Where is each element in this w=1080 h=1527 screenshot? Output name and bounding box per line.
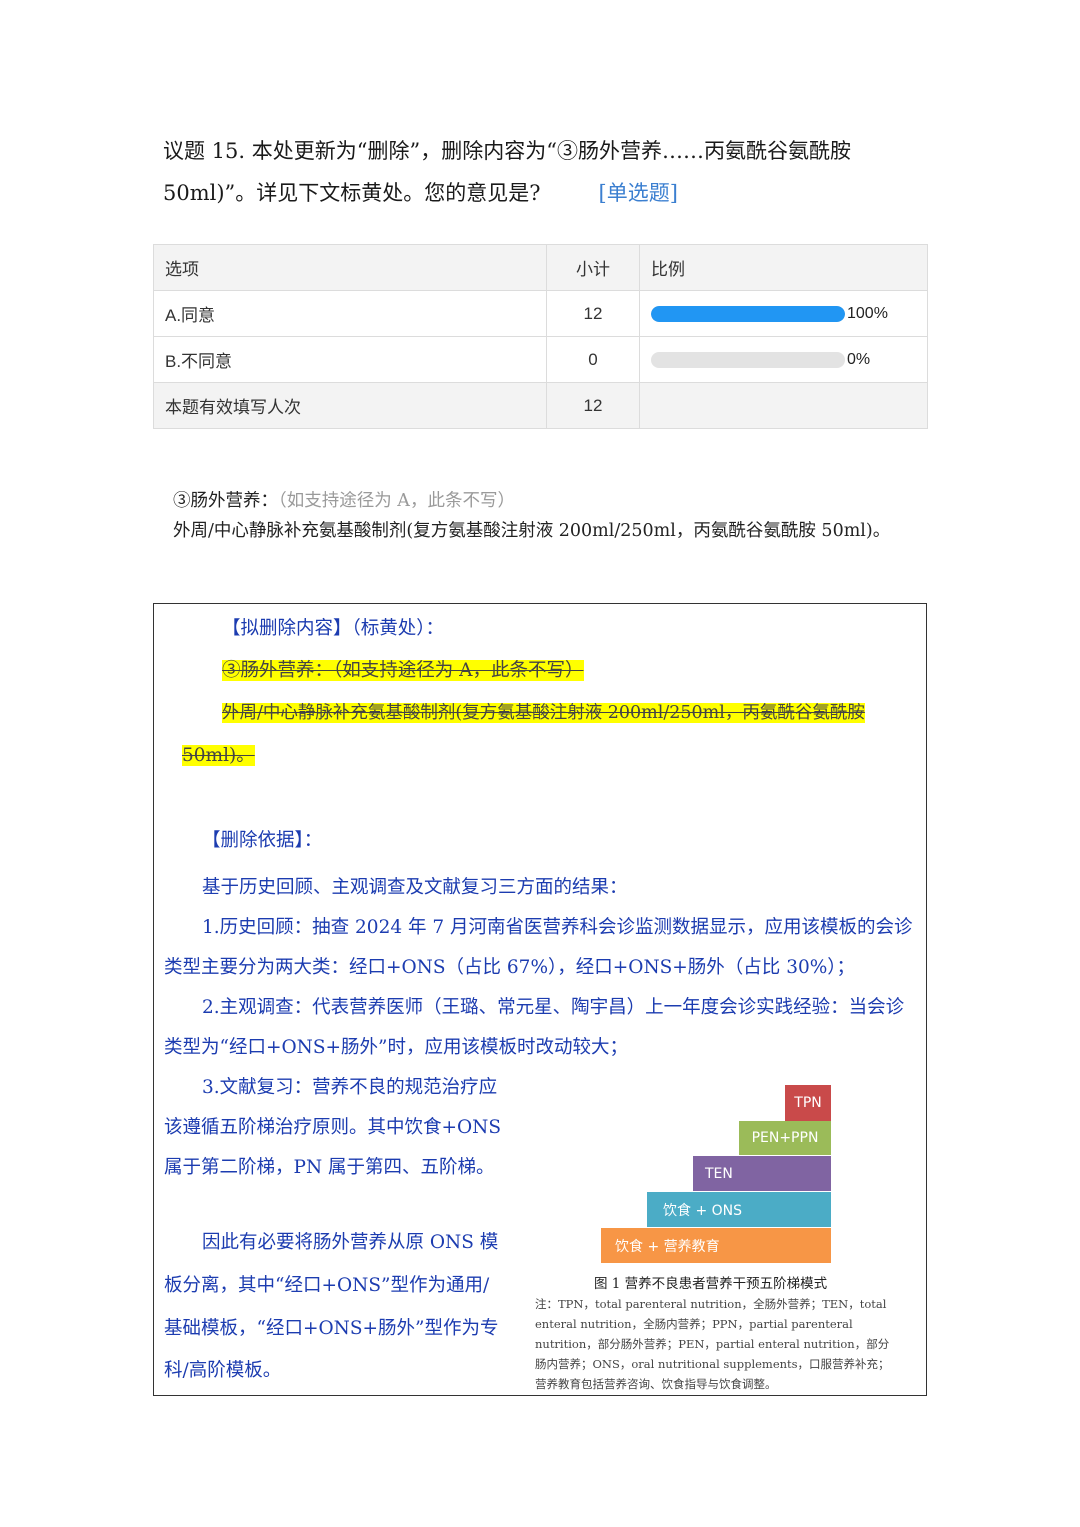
step-tpn: TPN (785, 1085, 831, 1121)
original-heading: ③肠外营养：（如支持途径为 A，此条不写） (173, 486, 933, 516)
question-line-2: 50ml)”。详见下文标黄处。您的意见是? [单选题] (163, 172, 933, 214)
row-percent: 0% (847, 350, 871, 368)
item-1-line-1: 1.历史回顾：抽查 2024 年 7 月河南省医营养科会诊监测数据显示，应用该模… (202, 917, 913, 938)
total-count: 12 (546, 382, 640, 429)
header-option: 选项 (153, 244, 547, 291)
original-heading-text: ③肠外营养： (173, 491, 278, 511)
conclusion-line-4: 科/高阶模板。 (164, 1360, 282, 1381)
conclusion-line-1: 因此有必要将肠外营养从原 ONS 模 (202, 1232, 499, 1253)
figure-note: 注：TPN，total parenteral nutrition，全肠外营养；T… (535, 1297, 890, 1391)
row-option: B.不同意 (153, 336, 547, 383)
proposed-title: 【拟删除内容】（标黄处）： (222, 618, 445, 639)
figure-caption: 图 1 营养不良患者营养干预五阶梯模式 (594, 1276, 828, 1292)
struck-line-1: ③肠外营养：（如支持途径为 A，此条不写） (222, 660, 584, 681)
question-title: 议题 15. 本处更新为“删除”，删除内容为“③肠外营养……丙氨酰谷氨酰胺 50… (163, 130, 933, 214)
row-ratio: 100% (639, 290, 928, 337)
step-ten: TEN (693, 1156, 831, 1191)
step-diet-education: 饮食 + 营养教育 (601, 1228, 831, 1263)
deletion-box: 【拟删除内容】（标黄处）： ③肠外营养：（如支持途径为 A，此条不写） 外周/中… (153, 603, 927, 1396)
original-content: ③肠外营养：（如支持途径为 A，此条不写） 外周/中心静脉补充氨基酸制剂(复方氨… (173, 486, 933, 546)
progress-bar-fill (651, 305, 845, 322)
total-label: 本题有效填写人次 (153, 382, 547, 429)
question-line-2-text: 50ml)”。详见下文标黄处。您的意见是? (163, 181, 541, 205)
conclusion-line-2: 板分离，其中“经口+ONS”型作为通用/ (164, 1275, 490, 1296)
item-3-line-3: 属于第二阶梯，PN 属于第四、五阶梯。 (164, 1157, 495, 1178)
total-empty (639, 382, 928, 429)
table-row: A.同意 12 100% (153, 290, 928, 337)
header-ratio: 比例 (639, 244, 928, 291)
conclusion-line-3: 基础模板，“经口+ONS+肠外”型作为专 (164, 1318, 499, 1339)
item-2-line-2: 类型为“经口+ONS+肠外”时，应用该模板时改动较大； (164, 1037, 628, 1058)
table-total-row: 本题有效填写人次 12 (153, 382, 928, 429)
table-row: B.不同意 0 0% (153, 336, 928, 383)
table-header-row: 选项 小计 比例 (153, 244, 928, 291)
original-heading-note: （如支持途径为 A，此条不写） (278, 491, 515, 511)
results-table: 选项 小计 比例 A.同意 12 100% B.不同意 0 0% 本题有效填写人… (153, 244, 928, 429)
item-2-line-1: 2.主观调查：代表营养医师（王璐、常元星、陶宇昌）上一年度会诊实践经验：当会诊 (202, 997, 905, 1018)
header-count: 小计 (546, 244, 640, 291)
struck-line-2: 外周/中心静脉补充氨基酸制剂(复方氨基酸注射液 200ml/250ml，丙氨酰谷… (222, 703, 865, 723)
row-count: 0 (546, 336, 640, 383)
row-option: A.同意 (153, 290, 547, 337)
item-3-line-2: 该遵循五阶梯治疗原则。其中饮食+ONS (164, 1117, 502, 1138)
item-3-line-1: 3.文献复习：营养不良的规范治疗应 (202, 1077, 498, 1098)
item-1-line-2: 类型主要分为两大类：经口+ONS（占比 67%），经口+ONS+肠外（占比 30… (164, 957, 856, 978)
struck-line-3: 50ml)。 (182, 745, 255, 766)
row-percent: 100% (847, 304, 888, 322)
row-count: 12 (546, 290, 640, 337)
question-type-tag: [单选题] (598, 181, 678, 205)
basis-intro: 基于历史回顾、主观调查及文献复习三方面的结果： (202, 877, 628, 898)
question-line-1: 议题 15. 本处更新为“删除”，删除内容为“③肠外营养……丙氨酰谷氨酰胺 (163, 139, 851, 163)
original-body: 外周/中心静脉补充氨基酸制剂(复方氨基酸注射液 200ml/250ml，丙氨酰谷… (173, 521, 891, 541)
progress-bar (651, 351, 845, 368)
progress-bar (651, 305, 845, 322)
row-ratio: 0% (639, 336, 928, 383)
basis-title: 【删除依据】： (202, 830, 323, 851)
step-diet-ons: 饮食 + ONS (647, 1192, 831, 1227)
step-pen-ppn: PEN+PPN (739, 1121, 831, 1155)
